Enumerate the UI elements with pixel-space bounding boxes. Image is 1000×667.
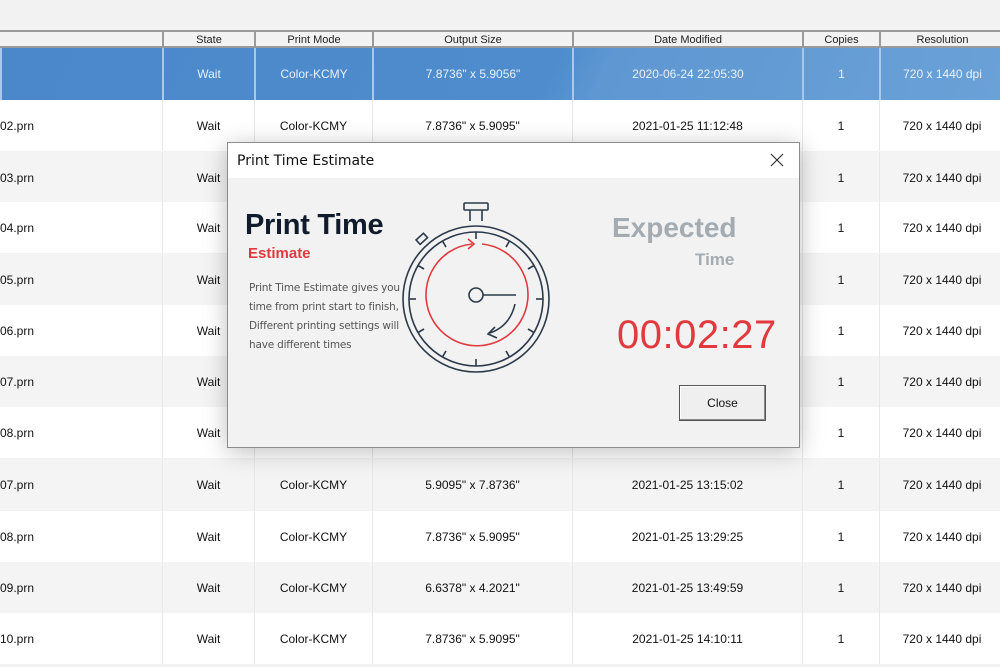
copies-cell: 1: [802, 511, 879, 562]
resolution-cell: 720 x 1440 dpi: [879, 511, 1000, 562]
table-row[interactable]: 08.prn Wait Color-KCMY 7.8736" x 5.9095" 202…: [0, 511, 1000, 562]
column-header-state[interactable]: State: [162, 32, 254, 46]
output-size-cell: 5.9095" x 7.8736": [372, 459, 572, 510]
file-name-cell: 04.prn: [0, 220, 35, 235]
description-text: Print Time Estimate gives you time from …: [249, 282, 400, 351]
print-queue-window: State Print Mode Output Size Date Modifi…: [0, 0, 1000, 667]
resolution-cell: 720 x 1440 dpi: [879, 459, 1000, 510]
column-header-copies[interactable]: Copies: [802, 32, 879, 46]
date-modified-cell: 2021-01-25 13:15:02: [572, 459, 802, 510]
copies-cell: 1: [802, 100, 879, 151]
stopwatch-icon: [398, 201, 558, 373]
file-name-cell: 07.prn: [0, 374, 35, 389]
column-header-date-modified[interactable]: Date Modified: [572, 32, 802, 46]
file-name-cell: 08.prn: [0, 425, 35, 440]
date-modified-cell: 2021-01-25 14:10:11: [572, 613, 802, 664]
resolution-cell: 720 x 1440 dpi: [879, 356, 1000, 407]
stopwatch-tick: [505, 240, 511, 248]
resolution-cell: 720 x 1440 dpi: [879, 152, 1000, 203]
table-row[interactable]: 07.prn Wait Color-KCMY 5.9095" x 7.8736" 202…: [0, 459, 1000, 510]
dialog-title-bar: Print Time Estimate: [228, 143, 799, 178]
copies-cell: 1: [802, 202, 879, 253]
file-name-cell: 10.prn: [0, 631, 35, 646]
stopwatch-tick: [417, 328, 425, 334]
column-header-resolution[interactable]: Resolution: [879, 32, 1000, 46]
resolution-cell: 720 x 1440 dpi: [879, 48, 1000, 100]
hero-title: Print Time: [245, 209, 384, 241]
column-header-print-mode[interactable]: Print Mode: [254, 32, 372, 46]
file-name-cell: 08.prn: [0, 529, 35, 544]
state-cell: Wait: [162, 459, 254, 510]
copies-cell: 1: [802, 459, 879, 510]
output-size-cell: 7.8736" x 5.9095": [372, 613, 572, 664]
resolution-cell: 720 x 1440 dpi: [879, 202, 1000, 253]
state-cell: Wait: [162, 562, 254, 613]
file-name-cell: 03.prn: [0, 170, 35, 185]
print-time-estimate-dialog: Print Time Estimate Print Time Estimate …: [227, 142, 800, 448]
copies-cell: 1: [802, 152, 879, 203]
table-row[interactable]: 09.prn Wait Color-KCMY 6.6378" x 4.2021" 202…: [0, 562, 1000, 613]
print-mode-cell: Color-KCMY: [254, 48, 372, 100]
file-name-cell: [0, 48, 162, 100]
file-name-cell: 02.prn: [0, 118, 35, 133]
resolution-cell: 720 x 1440 dpi: [879, 254, 1000, 305]
resolution-cell: 720 x 1440 dpi: [879, 407, 1000, 458]
print-mode-cell: Color-KCMY: [254, 562, 372, 613]
stopwatch-tick: [527, 264, 535, 270]
stopwatch-tick: [417, 264, 425, 270]
output-size-cell: 7.8736" x 5.9095": [372, 511, 572, 562]
stopwatch-tick: [441, 350, 447, 358]
print-mode-cell: Color-KCMY: [254, 613, 372, 664]
copies-cell: 1: [802, 356, 879, 407]
copies-cell: 1: [802, 305, 879, 356]
resolution-cell: 720 x 1440 dpi: [879, 562, 1000, 613]
estimated-time-value: 00:02:27: [617, 313, 777, 357]
copies-cell: 1: [802, 613, 879, 664]
state-cell: Wait: [162, 613, 254, 664]
close-button[interactable]: Close: [679, 385, 766, 421]
copies-cell: 1: [802, 254, 879, 305]
file-name-cell: 06.prn: [0, 323, 35, 338]
table-row[interactable]: Wait Color-KCMY 7.8736" x 5.9056" 2020-06-2…: [0, 48, 1000, 100]
date-modified-cell: 2020-06-24 22:05:30: [572, 48, 802, 100]
state-cell: Wait: [162, 511, 254, 562]
stopwatch-tick: [505, 350, 511, 358]
resolution-cell: 720 x 1440 dpi: [879, 305, 1000, 356]
table-header: State Print Mode Output Size Date Modifi…: [0, 30, 1000, 48]
close-x-icon[interactable]: [767, 150, 787, 170]
resolution-cell: 720 x 1440 dpi: [879, 613, 1000, 664]
file-name-cell: 05.prn: [0, 272, 35, 287]
output-size-cell: 6.6378" x 4.2021": [372, 562, 572, 613]
date-modified-cell: 2021-01-25 13:49:59: [572, 562, 802, 613]
print-mode-cell: Color-KCMY: [254, 511, 372, 562]
resolution-cell: 720 x 1440 dpi: [879, 100, 1000, 151]
expected-subtitle: Time: [695, 250, 735, 269]
copies-cell: 1: [802, 48, 879, 100]
date-modified-cell: 2021-01-25 13:29:25: [572, 511, 802, 562]
print-mode-cell: Color-KCMY: [254, 459, 372, 510]
hero-subtitle: Estimate: [248, 245, 311, 262]
stopwatch-tick: [441, 240, 447, 248]
expected-title: Expected: [612, 212, 737, 243]
output-size-cell: 7.8736" x 5.9056": [372, 48, 572, 100]
copies-cell: 1: [802, 407, 879, 458]
state-cell: Wait: [162, 48, 254, 100]
file-name-cell: 09.prn: [0, 580, 35, 595]
stopwatch-tick: [527, 328, 535, 334]
dialog-title: Print Time Estimate: [237, 153, 375, 169]
file-name-cell: 07.prn: [0, 477, 35, 492]
copies-cell: 1: [802, 562, 879, 613]
column-header-output-size[interactable]: Output Size: [372, 32, 572, 46]
table-row[interactable]: 10.prn Wait Color-KCMY 7.8736" x 5.9095" 202…: [0, 613, 1000, 664]
